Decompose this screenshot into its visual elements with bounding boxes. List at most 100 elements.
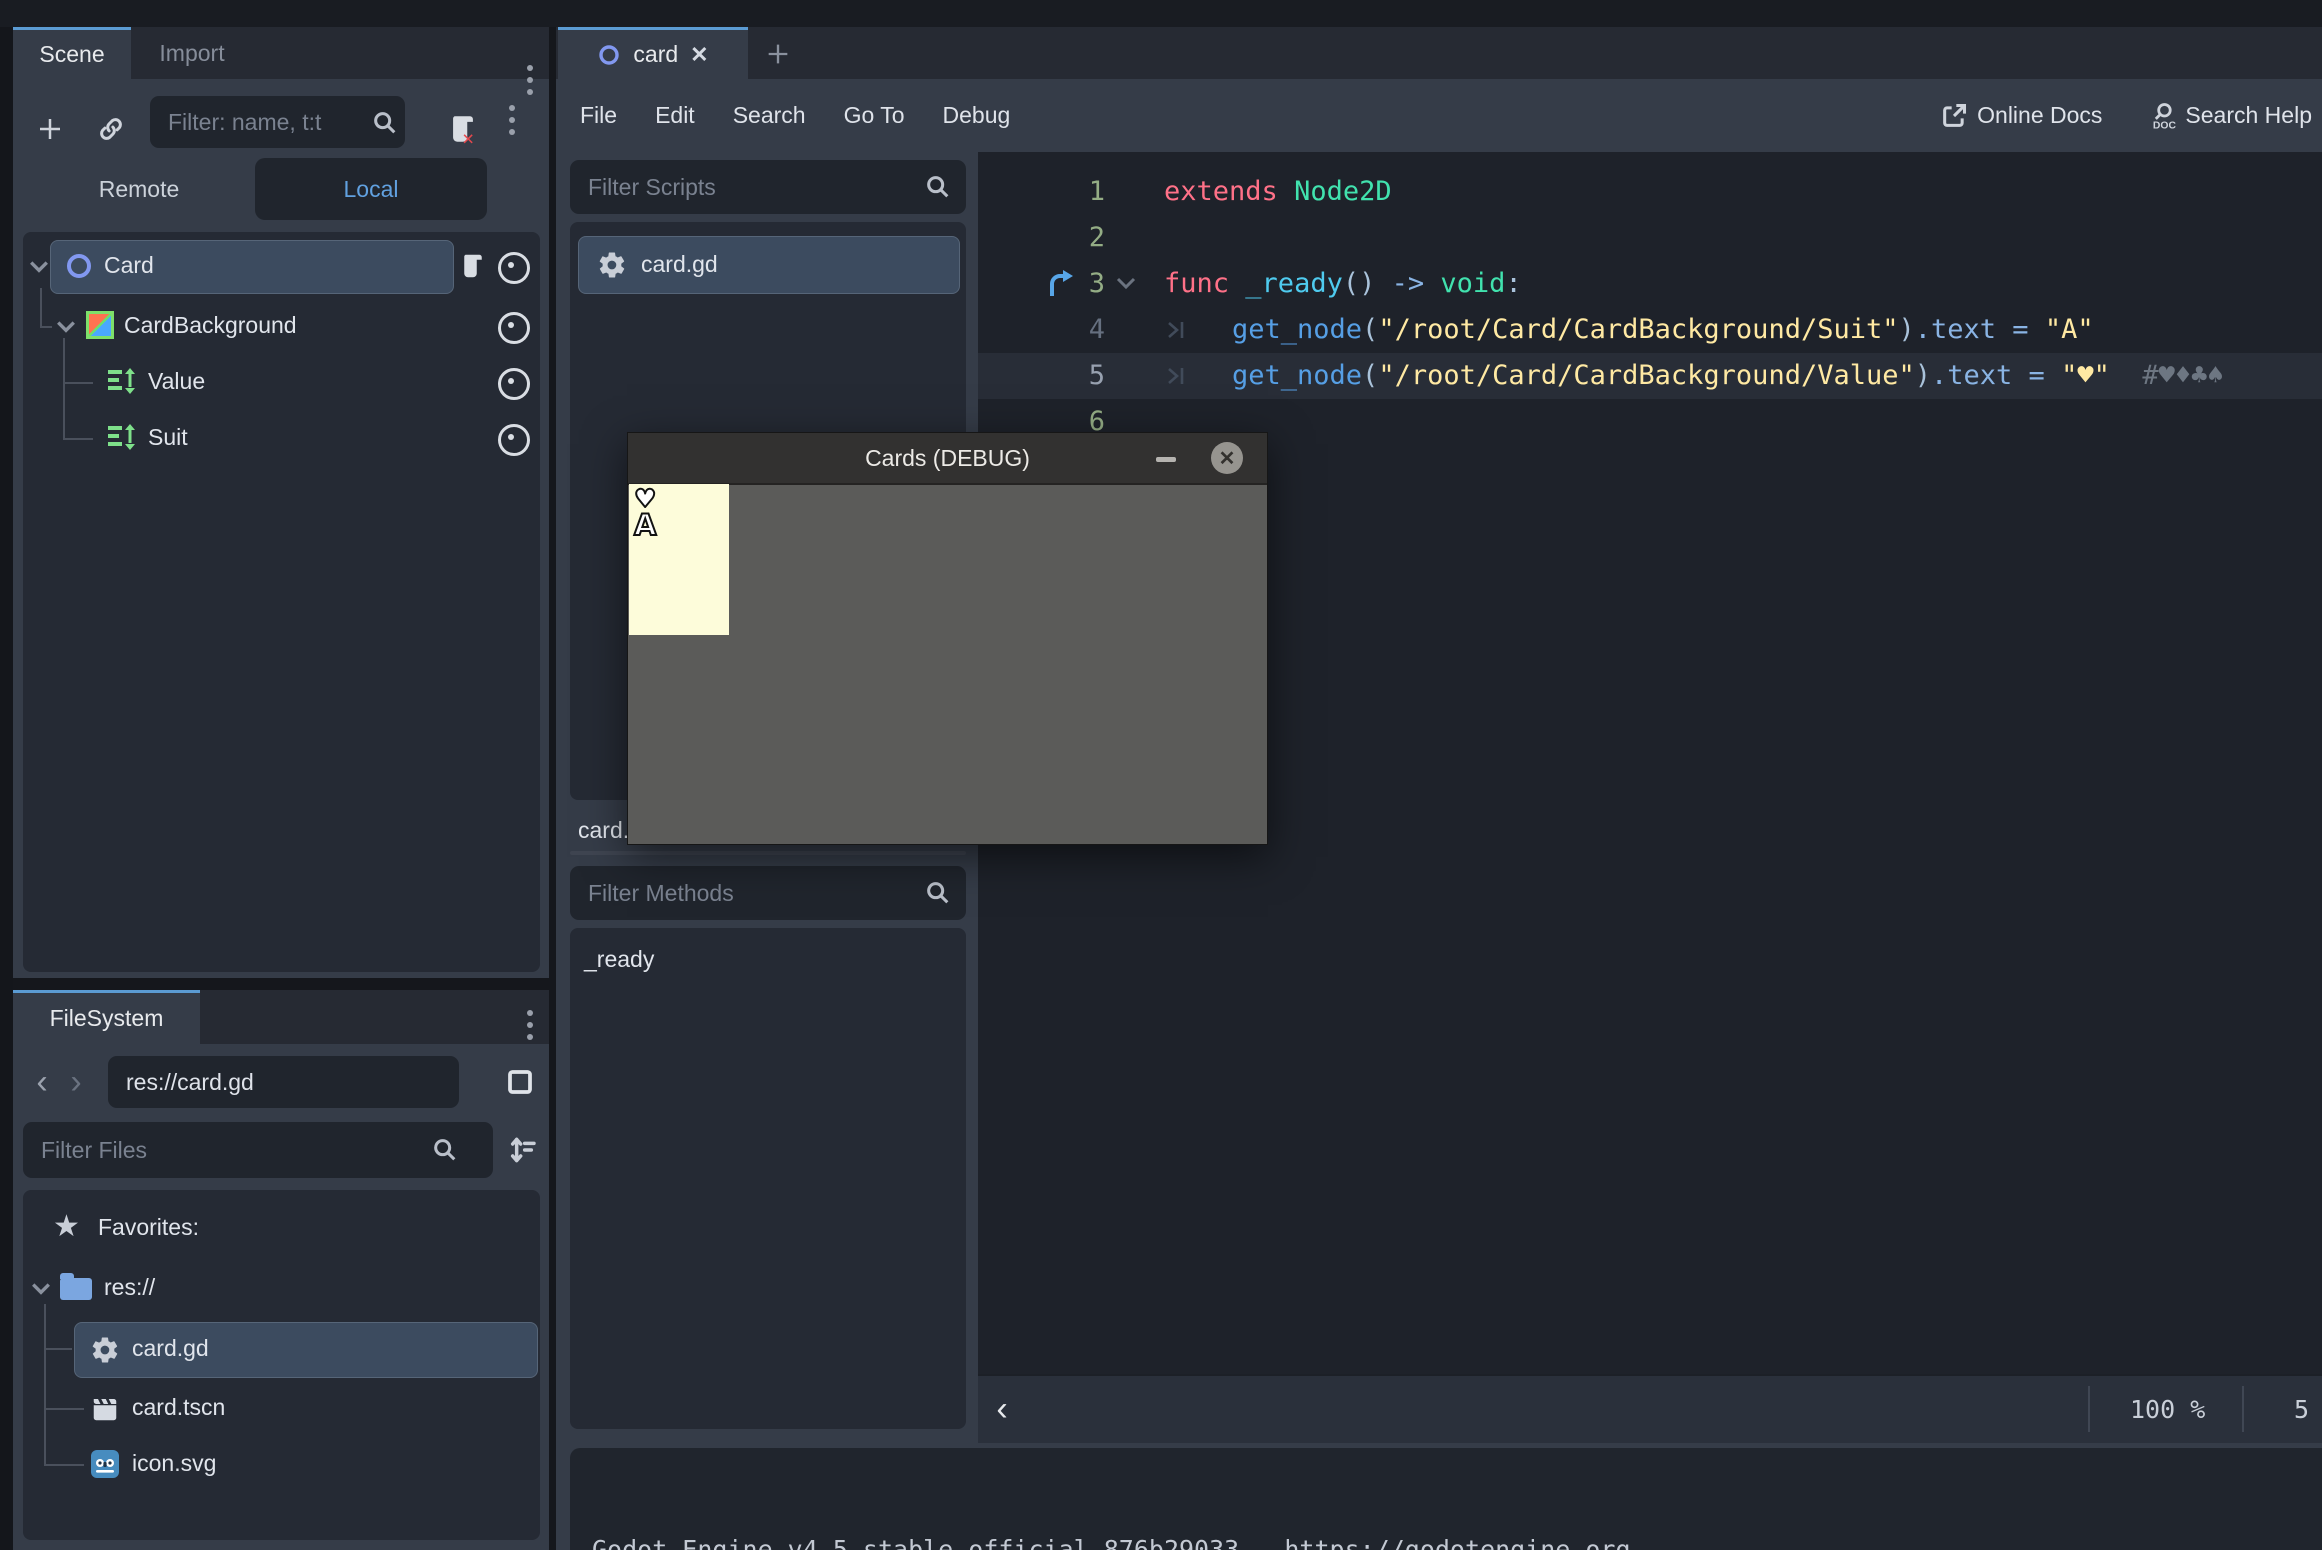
scene-tree-row-suit[interactable]: Suit [23,412,540,464]
add-node-button[interactable] [30,109,70,149]
script-tabstrip: card ✕ [556,27,2322,79]
new-tab-button[interactable] [756,35,800,73]
scene-node-label: CardBackground [124,312,297,339]
favorites-row[interactable]: ★ Favorites: [23,1202,540,1254]
online-docs-label: Online Docs [1977,102,2102,129]
debug-game-window[interactable]: Cards (DEBUG) ✕ ♥ A [627,432,1268,845]
local-label: Local [344,176,399,203]
visibility-eye-icon[interactable] [498,368,530,400]
code-text: func _ready() -> void: [1164,261,1522,307]
toggle-split-mode-button[interactable] [500,1062,540,1102]
scene-tree-row-cardbackground[interactable]: CardBackground [23,300,540,352]
filter-methods-input[interactable] [570,866,966,920]
tab-filesystem[interactable]: FileSystem [13,990,200,1044]
split-view-icon [505,1067,535,1097]
playing-card: ♥ A [629,484,729,635]
script-item-card-gd[interactable]: card.gd [578,236,960,294]
menu-goto[interactable]: Go To [844,102,905,129]
panel-splitter[interactable] [570,851,966,855]
method-item-ready[interactable]: _ready [584,946,654,973]
menu-debug[interactable]: Debug [943,102,1011,129]
sort-icon [506,1134,538,1166]
tab-filesystem-label: FileSystem [50,1005,164,1032]
line-number: 5 [978,353,1105,399]
godot-logo-icon [90,1449,120,1479]
script-menubar: File Edit Search Go To Debug Online Docs… [556,79,2322,152]
connection-arrow-icon [1046,270,1076,298]
code-line-2[interactable]: 2 [978,215,2322,261]
scene-file-icon [90,1394,120,1424]
log-line: Godot Engine v4.5.stable.official.876b29… [592,1534,2322,1550]
output-log[interactable]: Godot Engine v4.5.stable.official.876b29… [570,1448,2322,1550]
fold-chevron-icon[interactable] [1116,277,1136,290]
line-number: 1 [978,169,1105,215]
menu-edit[interactable]: Edit [655,102,695,129]
script-attached-icon[interactable] [458,251,488,281]
file-label: card.tscn [132,1394,225,1421]
expander-chevron-icon[interactable] [56,320,76,334]
gdscript-gear-icon [597,250,627,280]
tab-close-icon[interactable]: ✕ [690,42,708,68]
remote-button[interactable]: Remote [23,158,255,220]
code-line-5[interactable]: 5 get_node("/root/Card/CardBackground/Val… [978,353,2322,399]
scene-node-label: Suit [148,424,188,451]
code-line-4[interactable]: 4get_node("/root/Card/CardBackground/Sui… [978,307,2322,353]
scene-dock: Scene Import ✕ [13,27,549,978]
code-line-3[interactable]: 3 func _ready() -> void: [978,261,2322,307]
filesystem-tree-panel: ★ Favorites: res:// card.gd [23,1190,540,1540]
plus-icon [764,40,792,68]
tab-scene[interactable]: Scene [13,27,131,79]
methods-list: _ready [570,928,966,1429]
file-row-card-tscn[interactable]: card.tscn [23,1382,540,1434]
tab-card-label: card [633,41,678,68]
file-row-icon-svg[interactable]: icon.svg [23,1438,540,1490]
history-back-button[interactable]: ‹ [27,1056,57,1108]
tab-import[interactable]: Import [131,27,253,79]
expander-chevron-icon[interactable] [31,1282,51,1296]
filesystem-menu-icon[interactable] [527,1010,533,1040]
search-help-label: Search Help [2185,102,2312,129]
sprite-icon [86,311,114,339]
menu-search[interactable]: Search [733,102,806,129]
search-help-button[interactable]: DOC Search Help [2146,101,2312,131]
script-delete-icon: ✕ [446,112,480,146]
search-icon [431,1136,459,1164]
scene-tree-row-value[interactable]: Value [23,356,540,408]
close-icon[interactable]: ✕ [1211,442,1243,474]
file-label: res:// [104,1274,155,1301]
visibility-eye-icon[interactable] [498,312,530,344]
code-text: get_node("/root/Card/CardBackground/Valu… [1232,353,2224,399]
scene-toolbar-menu-icon[interactable] [509,105,515,135]
scene-filter-input[interactable] [150,96,405,148]
zoom-level[interactable]: 100 % [2130,1376,2205,1443]
line-number: 4 [978,307,1105,353]
visibility-eye-icon[interactable] [498,252,530,284]
svg-text:✕: ✕ [462,131,475,146]
scene-tree-row-card[interactable]: Card [23,238,540,296]
instance-scene-button[interactable] [91,109,131,149]
menu-file[interactable]: File [580,102,617,129]
scene-tree-panel: Card CardBackground [23,232,540,972]
sort-files-button[interactable] [500,1130,544,1170]
top-edge-strip [0,0,2322,27]
scene-node-icon [597,43,621,67]
label-node-icon [106,367,138,395]
line-number: 3 [978,261,1105,307]
code-line-1[interactable]: 1extends Node2D [978,169,2322,215]
online-docs-button[interactable]: Online Docs [1940,101,2102,131]
local-button[interactable]: Local [255,158,487,220]
scene-dock-menu-icon[interactable] [527,65,533,95]
toggle-scripts-panel-button[interactable]: ‹ [982,1376,1022,1443]
current-path-field[interactable] [108,1056,459,1108]
tab-indent-marker [1166,365,1192,387]
file-row-root[interactable]: res:// [23,1262,540,1314]
visibility-eye-icon[interactable] [498,424,530,456]
detach-script-button[interactable]: ✕ [441,109,485,149]
filter-scripts-input[interactable] [570,160,966,214]
history-forward-button[interactable]: › [61,1056,91,1108]
file-row-card-gd[interactable]: card.gd [23,1322,540,1378]
filter-files-input[interactable] [23,1122,493,1178]
minimize-icon[interactable] [1156,457,1176,462]
expander-chevron-icon[interactable] [29,260,49,274]
tab-card-script[interactable]: card ✕ [558,27,748,79]
